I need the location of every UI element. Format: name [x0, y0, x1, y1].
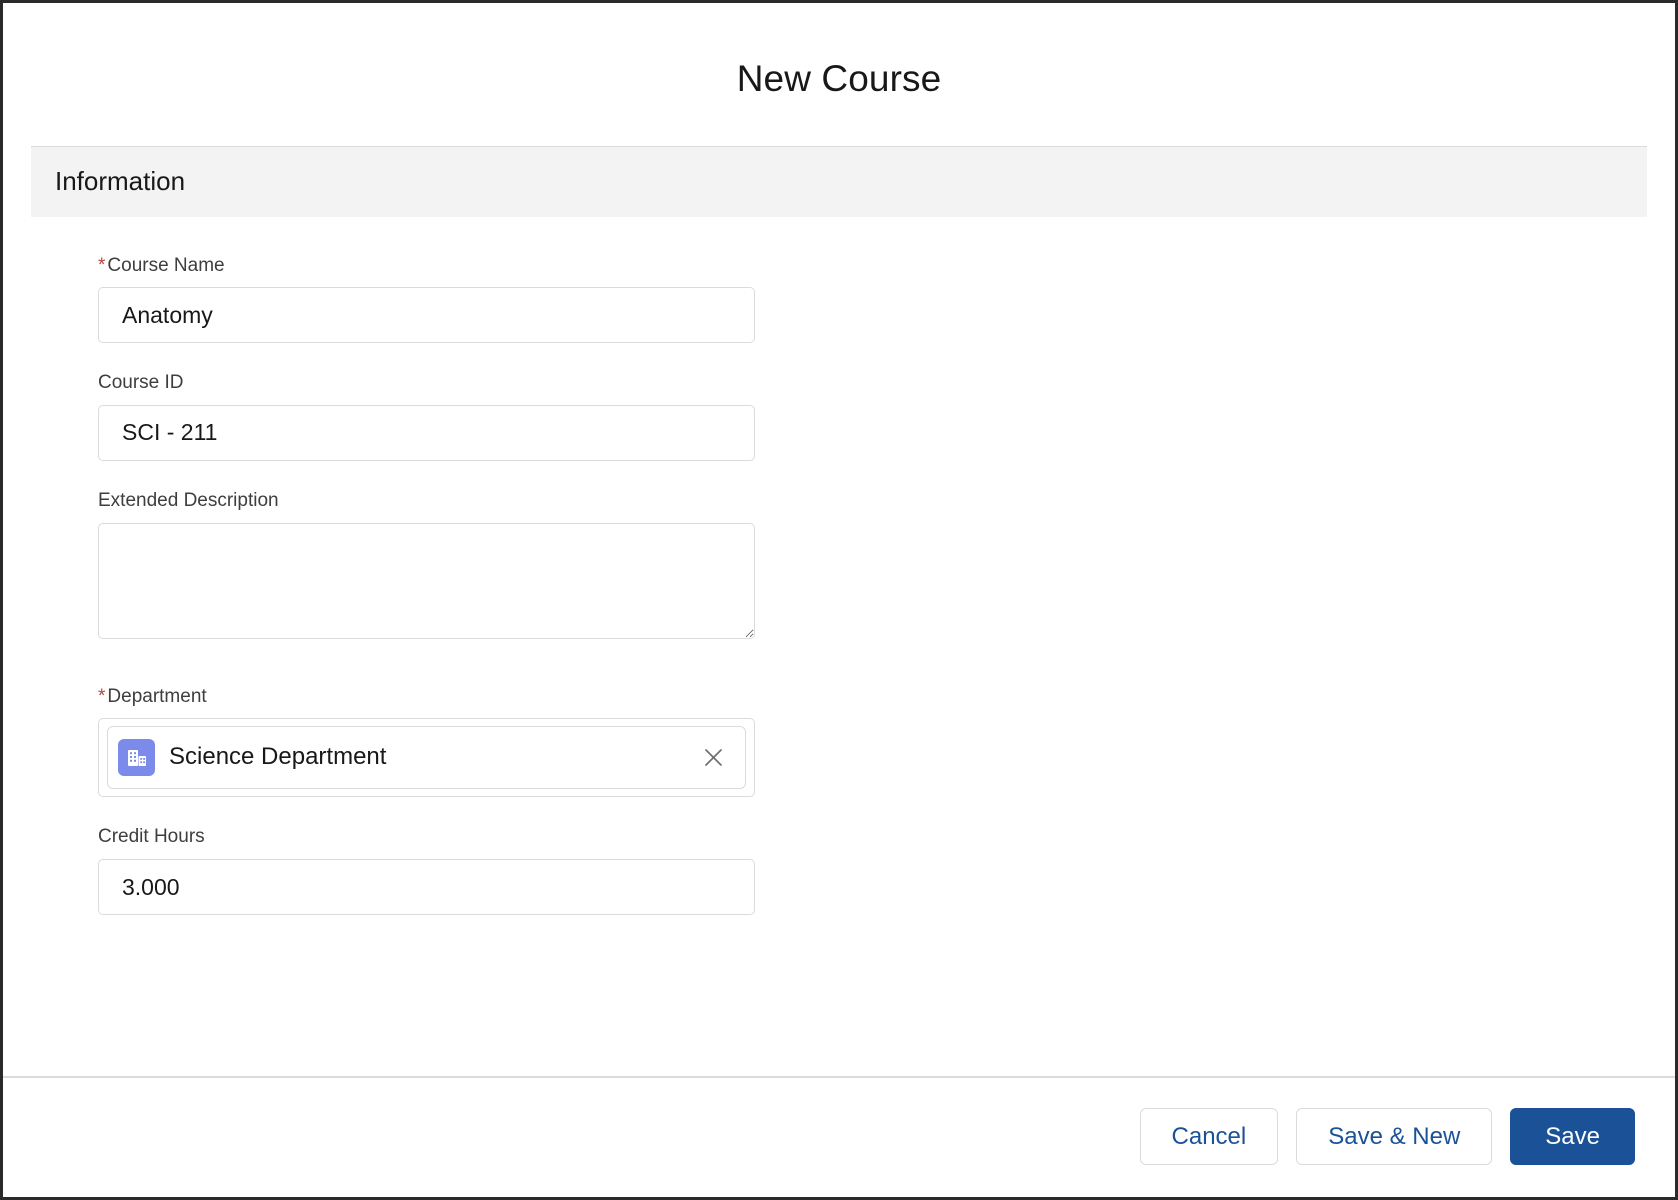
- section-title: Information: [55, 165, 186, 196]
- credit-hours-label: Credit Hours: [98, 826, 205, 848]
- credit-hours-input[interactable]: [98, 859, 755, 916]
- modal-header: New Course: [3, 3, 1675, 146]
- account-building-icon: [118, 739, 155, 777]
- screenshot-frame: New Course Information *Course Name Cour…: [0, 0, 1678, 1200]
- course-form: *Course Name Course ID Extended Descript…: [31, 218, 1647, 916]
- course-name-label: * Course Name: [98, 254, 755, 279]
- modal-body: Information *Course Name Course ID Exten…: [3, 145, 1675, 1076]
- department-selected-label: Science Department: [169, 743, 387, 771]
- cancel-button[interactable]: Cancel: [1139, 1108, 1279, 1165]
- field-extended-description: Extended Description: [98, 489, 755, 639]
- department-selected-pill[interactable]: Science Department: [107, 726, 746, 790]
- course-id-input[interactable]: [98, 404, 755, 461]
- field-course-id: Course ID: [98, 371, 755, 461]
- field-credit-hours: Credit Hours: [98, 825, 755, 916]
- department-label-text: Department: [107, 685, 207, 707]
- page-title: New Course: [736, 58, 942, 99]
- information-section-header: Information: [31, 145, 1647, 218]
- required-asterisk-icon: *: [98, 685, 106, 707]
- save-and-new-button[interactable]: Save & New: [1296, 1108, 1493, 1165]
- save-button[interactable]: Save: [1510, 1108, 1635, 1165]
- course-id-label: Course ID: [98, 372, 184, 394]
- department-lookup[interactable]: Science Department: [98, 718, 755, 798]
- required-asterisk-icon: *: [98, 254, 106, 276]
- modal-footer: Cancel Save & New Save: [3, 1076, 1675, 1197]
- remove-department-button[interactable]: [695, 740, 731, 776]
- field-course-name: * Course Name: [98, 254, 755, 344]
- department-label: * Department: [98, 685, 755, 710]
- new-course-modal: New Course Information *Course Name Cour…: [3, 3, 1675, 1197]
- extended-description-textarea[interactable]: [98, 522, 755, 639]
- course-name-label-text: Course Name: [107, 254, 225, 276]
- field-department: * Department Science Department: [98, 685, 755, 798]
- extended-description-label: Extended Description: [98, 489, 279, 511]
- course-name-input[interactable]: [98, 287, 755, 344]
